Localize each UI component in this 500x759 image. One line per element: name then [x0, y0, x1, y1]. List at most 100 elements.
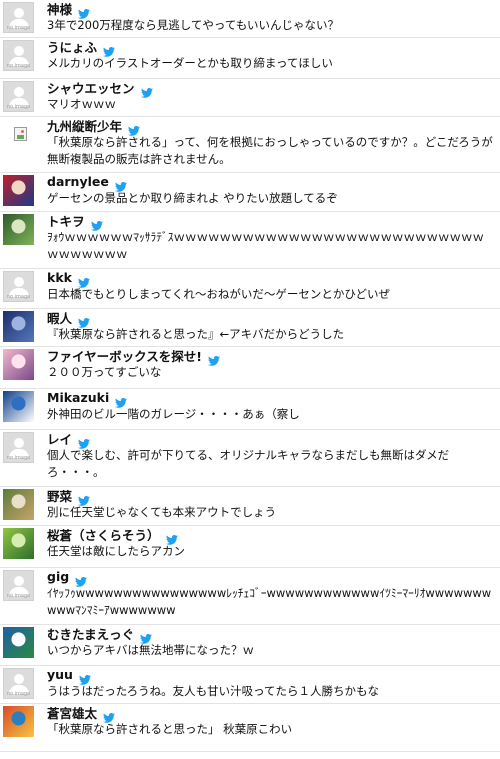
- user-avatar[interactable]: [3, 311, 34, 342]
- tweet-row: 桜蒼（さくらそう） 任天堂は敵にしたらアカン: [0, 526, 500, 568]
- tweet-text: 「秋葉原なら許される」って、何を根拠におっしゃっているのですか？。どこだろうが無…: [47, 135, 493, 166]
- tweet-header: 九州縦断少年: [47, 116, 494, 136]
- no-image-avatar[interactable]: no image: [3, 40, 34, 71]
- tweet-header: 蒼宮雄太: [47, 703, 494, 723]
- twitter-bird-icon[interactable]: [165, 530, 178, 545]
- no-image-label: no image: [6, 593, 31, 599]
- person-silhouette-icon: [8, 277, 29, 297]
- no-image-label: no image: [6, 104, 31, 110]
- tweet-feed: no image 神様 3年で200万程度なら見逃してやってもいいんじゃない？ no …: [0, 0, 500, 752]
- tweet-text: メルカリのイラストオーダーとかも取り締まってほしい: [47, 56, 333, 70]
- user-avatar[interactable]: [3, 214, 34, 245]
- no-image-label: no image: [6, 455, 31, 461]
- username-link[interactable]: gig: [47, 569, 69, 584]
- twitter-bird-icon[interactable]: [207, 351, 220, 366]
- broken-image-avatar[interactable]: [3, 119, 34, 150]
- user-avatar[interactable]: [3, 528, 34, 559]
- username-link[interactable]: kkk: [47, 270, 72, 285]
- no-image-avatar[interactable]: no image: [3, 271, 34, 302]
- tweet-text: 外神田のビル一階のガレージ・・・・あぁ（察し: [47, 407, 300, 421]
- username-link[interactable]: むきたまえっぐ: [47, 624, 134, 643]
- twitter-bird-icon[interactable]: [140, 629, 153, 644]
- twitter-bird-icon[interactable]: [78, 4, 91, 19]
- no-image-avatar[interactable]: no image: [3, 668, 34, 699]
- username-link[interactable]: 九州縦断少年: [47, 116, 122, 135]
- tweet-row: darnylee ゲーセンの景品とか取り締まれよ やりたい放題してるぞ: [0, 173, 500, 212]
- username-link[interactable]: yuu: [47, 667, 73, 682]
- username-link[interactable]: 蒼宮雄太: [47, 703, 97, 722]
- username-link[interactable]: トキヲ: [47, 211, 85, 230]
- username-link[interactable]: Mikazuki: [47, 390, 109, 405]
- twitter-bird-icon[interactable]: [75, 572, 88, 587]
- no-image-avatar[interactable]: no image: [3, 570, 34, 601]
- no-image-avatar[interactable]: no image: [3, 2, 34, 33]
- tweet-text: ゲーセンの景品とか取り締まれよ やりたい放題してるぞ: [47, 191, 338, 205]
- tweet-row: 蒼宮雄太 「秋葉原なら許されると思った」 秋葉原こわい: [0, 704, 500, 752]
- person-silhouette-icon: [8, 438, 29, 458]
- person-silhouette-icon: [8, 8, 29, 28]
- no-image-avatar[interactable]: no image: [3, 81, 34, 112]
- username-link[interactable]: 野菜: [47, 486, 72, 505]
- twitter-bird-icon[interactable]: [77, 273, 90, 288]
- tweet-text: 個人で楽しむ、許可が下りてる、オリジナルキャラならまだしも無断はダメだろ・・・。: [47, 448, 450, 479]
- twitter-bird-icon[interactable]: [78, 491, 91, 506]
- username-link[interactable]: 桜蒼（さくらそう）: [47, 525, 160, 544]
- twitter-bird-icon[interactable]: [103, 708, 116, 723]
- twitter-bird-icon[interactable]: [128, 121, 141, 136]
- username-link[interactable]: 暇人: [47, 308, 72, 327]
- tweet-text: ｦｫｳｗｗｗｗｗｗﾏｯｻﾗﾃﾞｽｗｗｗｗｗｗｗｗｗｗｗｗｗｗｗｗｗｗｗｗｗｗｗｗ…: [47, 230, 484, 261]
- tweet-header: トキヲ: [47, 211, 494, 231]
- tweet-header: むきたまえっぐ: [47, 624, 494, 644]
- tweet-header: gig: [47, 568, 494, 587]
- tweet-row: 暇人 『秋葉原なら許されると思った』←アキバだからどうした: [0, 309, 500, 347]
- twitter-bird-icon[interactable]: [78, 313, 91, 328]
- tweet-row: no image gig ｲﾔｯﾌｩwwwwwwwwwwwwwwwwﾚｯﾁｪｺﾞｰw…: [0, 568, 500, 625]
- person-silhouette-icon: [8, 674, 29, 694]
- twitter-bird-icon[interactable]: [90, 216, 103, 231]
- user-avatar[interactable]: [3, 391, 34, 422]
- twitter-bird-icon[interactable]: [78, 434, 91, 449]
- username-link[interactable]: darnylee: [47, 174, 109, 189]
- tweet-text: ２００万ってすごいな: [47, 365, 162, 379]
- tweet-row: no image シャウエッセン マリオｗｗｗ: [0, 79, 500, 117]
- tweet-text: 3年で200万程度なら見逃してやってもいいんじゃない？: [47, 18, 340, 32]
- tweet-text: 別に任天堂じゃなくても本来アウトでしょう: [47, 505, 277, 519]
- user-avatar[interactable]: [3, 175, 34, 206]
- person-silhouette-icon: [8, 87, 29, 107]
- username-link[interactable]: シャウエッセン: [47, 78, 135, 97]
- user-avatar[interactable]: [3, 489, 34, 520]
- username-link[interactable]: うにょふ: [47, 37, 97, 56]
- tweet-row: Mikazuki 外神田のビル一階のガレージ・・・・あぁ（察し: [0, 389, 500, 430]
- broken-image-icon: [14, 127, 27, 141]
- tweet-text: うはうはだったろうね。友人も甘い汁吸ってたら１人勝ちかもな: [47, 684, 380, 698]
- twitter-bird-icon[interactable]: [115, 393, 128, 408]
- tweet-header: Mikazuki: [47, 389, 494, 408]
- twitter-bird-icon[interactable]: [78, 670, 91, 685]
- tweet-row: 九州縦断少年 「秋葉原なら許される」って、何を根拠におっしゃっているのですか？。ど…: [0, 117, 500, 173]
- username-link[interactable]: レイ: [47, 429, 72, 448]
- tweet-header: kkk: [47, 269, 494, 288]
- username-link[interactable]: ファイヤーボックスを探せ!: [47, 346, 202, 365]
- tweet-text: マリオｗｗｗ: [47, 97, 116, 111]
- tweet-header: 暇人: [47, 308, 494, 328]
- person-silhouette-icon: [8, 576, 29, 596]
- tweet-header: 野菜: [47, 486, 494, 506]
- no-image-avatar[interactable]: no image: [3, 432, 34, 463]
- user-avatar[interactable]: [3, 706, 34, 737]
- twitter-bird-icon[interactable]: [114, 177, 127, 192]
- user-avatar[interactable]: [3, 627, 34, 658]
- tweet-text: 『秋葉原なら許されると思った』←アキバだからどうした: [47, 327, 345, 341]
- tweet-text: ｲﾔｯﾌｩwwwwwwwwwwwwwwwwﾚｯﾁｪｺﾞｰwwwwwwwwwwww…: [47, 586, 492, 617]
- tweet-row: no image yuu うはうはだったろうね。友人も甘い汁吸ってたら１人勝ちかもな: [0, 666, 500, 704]
- tweet-header: darnylee: [47, 173, 494, 192]
- no-image-label: no image: [6, 294, 31, 300]
- tweet-row: no image レイ 個人で楽しむ、許可が下りてる、オリジナルキャラならまだしも無…: [0, 430, 500, 487]
- no-image-label: no image: [6, 25, 31, 31]
- twitter-bird-icon[interactable]: [140, 83, 153, 98]
- username-link[interactable]: 神様: [47, 0, 72, 18]
- tweet-row: ファイヤーボックスを探せ! ２００万ってすごいな: [0, 347, 500, 389]
- tweet-header: うにょふ: [47, 37, 494, 57]
- user-avatar[interactable]: [3, 349, 34, 380]
- tweet-header: 神様: [47, 0, 494, 19]
- twitter-bird-icon[interactable]: [103, 42, 116, 57]
